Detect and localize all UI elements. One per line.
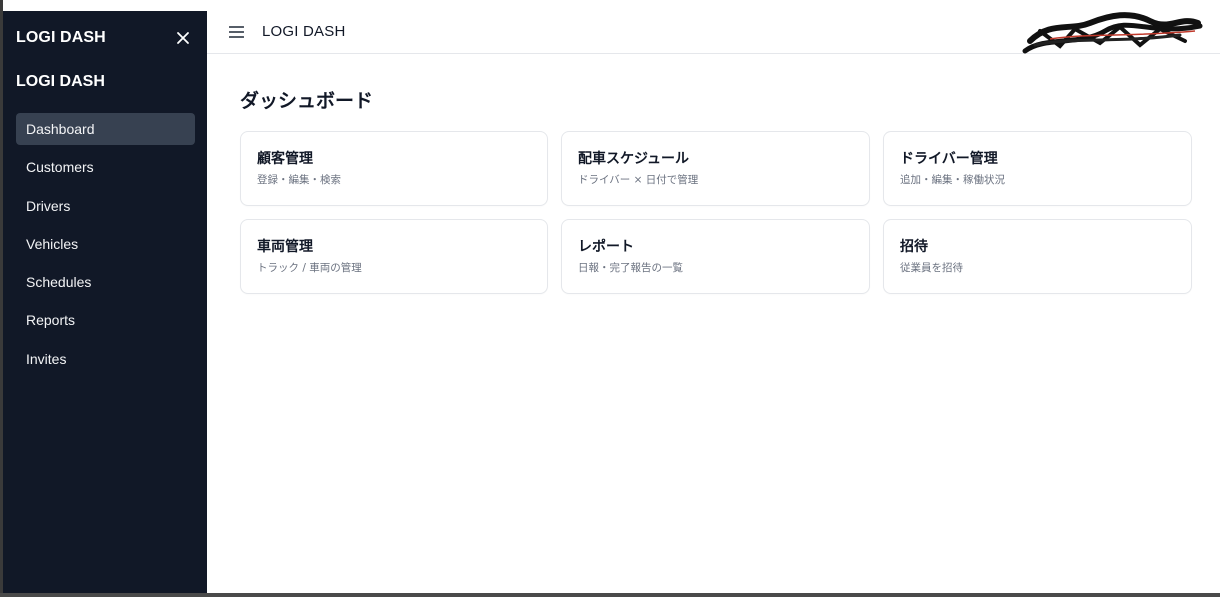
window-edge-left (0, 0, 3, 597)
sidebar-header: LOGI DASH (16, 27, 194, 49)
page-title: ダッシュボード (240, 90, 374, 112)
dashboard-card-grid: 顧客管理 登録・編集・検索 配車スケジュール ドライバー × 日付で管理 ドライ… (240, 131, 1192, 294)
hamburger-menu-icon[interactable] (227, 22, 245, 42)
sidebar-item-drivers[interactable]: Drivers (16, 190, 195, 222)
card-subtitle: 登録・編集・検索 (257, 174, 341, 186)
card-title: 招待 (900, 239, 928, 255)
card-reports[interactable]: レポート 日報・完了報告の一覧 (561, 219, 870, 294)
topbar: LOGI DASH (207, 11, 1220, 54)
sidebar-item-customers[interactable]: Customers (16, 151, 195, 183)
card-dispatch-schedule[interactable]: 配車スケジュール ドライバー × 日付で管理 (561, 131, 870, 206)
sidebar-item-vehicles[interactable]: Vehicles (16, 228, 195, 260)
sidebar-item-reports[interactable]: Reports (16, 304, 195, 336)
card-subtitle: 追加・編集・稼働状況 (900, 174, 1005, 186)
card-title: 顧客管理 (257, 151, 313, 167)
card-subtitle: 日報・完了報告の一覧 (578, 262, 683, 274)
sidebar-brand-secondary: LOGI DASH (16, 73, 105, 90)
window-edge-bottom (0, 593, 1220, 597)
sidebar-item-dashboard[interactable]: Dashboard (16, 113, 195, 145)
sidebar-item-schedules[interactable]: Schedules (16, 266, 195, 298)
app-window: LOGI DASH LOGI DASH Dashboard Customers … (0, 0, 1220, 597)
card-title: 車両管理 (257, 239, 313, 255)
sidebar-brand: LOGI DASH (16, 29, 106, 46)
redacted-user-area (1010, 1, 1210, 61)
close-icon[interactable] (172, 27, 194, 49)
sidebar-nav: Dashboard Customers Drivers Vehicles Sch… (16, 113, 195, 381)
card-vehicle-management[interactable]: 車両管理 トラック / 車両の管理 (240, 219, 548, 294)
card-subtitle: トラック / 車両の管理 (257, 262, 362, 274)
sidebar: LOGI DASH LOGI DASH Dashboard Customers … (3, 11, 207, 593)
card-subtitle: 従業員を招待 (900, 262, 963, 274)
card-invite[interactable]: 招待 従業員を招待 (883, 219, 1192, 294)
window-top-strip (0, 0, 208, 11)
card-driver-management[interactable]: ドライバー管理 追加・編集・稼働状況 (883, 131, 1192, 206)
card-title: レポート (578, 239, 634, 255)
card-customer-management[interactable]: 顧客管理 登録・編集・検索 (240, 131, 548, 206)
topbar-title: LOGI DASH (262, 23, 346, 40)
card-title: ドライバー管理 (900, 151, 998, 167)
sidebar-item-invites[interactable]: Invites (16, 343, 195, 375)
card-subtitle: ドライバー × 日付で管理 (578, 174, 699, 186)
card-title: 配車スケジュール (578, 151, 690, 167)
